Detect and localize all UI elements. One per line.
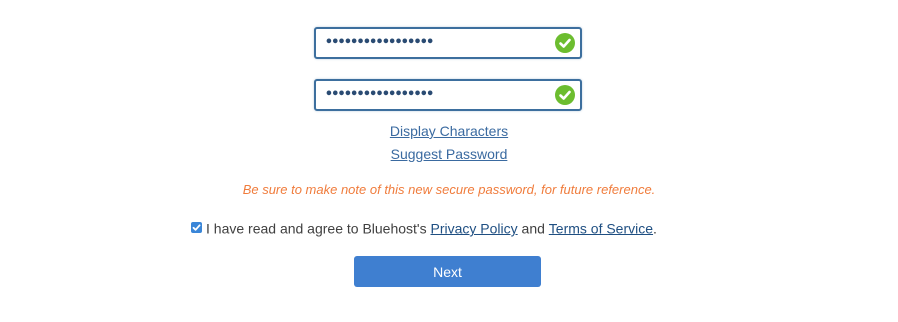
password-note: Be sure to make note of this new secure … bbox=[242, 182, 656, 197]
password-input[interactable] bbox=[316, 29, 555, 57]
terms-of-service-link[interactable]: Terms of Service bbox=[549, 220, 653, 236]
confirm-password-input[interactable] bbox=[316, 81, 555, 109]
agreement-checkbox[interactable] bbox=[191, 221, 202, 233]
agreement-period: . bbox=[653, 220, 657, 237]
confirm-password-field[interactable] bbox=[314, 79, 582, 111]
password-field[interactable] bbox=[314, 27, 582, 59]
privacy-policy-link[interactable]: Privacy Policy bbox=[431, 220, 518, 236]
display-characters-link[interactable]: Display Characters bbox=[0, 123, 898, 139]
next-button[interactable]: Next bbox=[354, 256, 541, 287]
agreement-row: I have read and agree to Bluehost's Priv… bbox=[191, 219, 657, 239]
agreement-text: I have read and agree to Bluehost's bbox=[206, 220, 431, 237]
check-circle-icon bbox=[555, 85, 575, 105]
suggest-password-link[interactable]: Suggest Password bbox=[0, 146, 898, 162]
agreement-and-text: and bbox=[517, 220, 549, 237]
check-circle-icon bbox=[555, 33, 575, 53]
